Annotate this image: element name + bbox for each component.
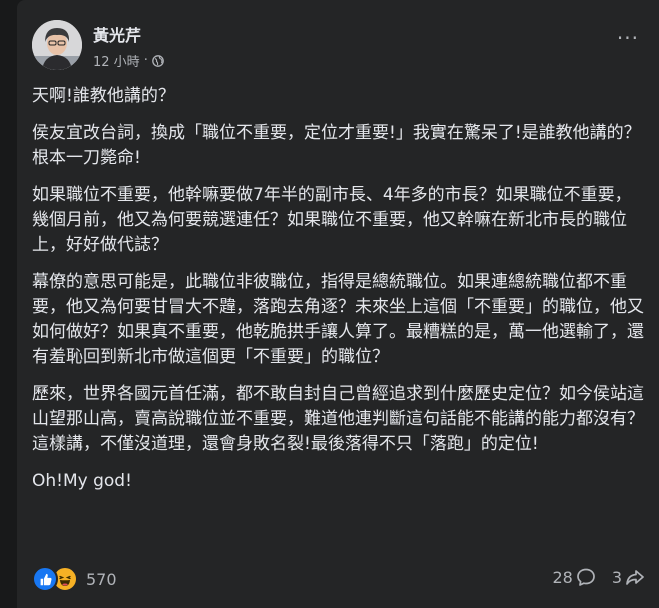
comment-icon bbox=[576, 568, 595, 586]
post-paragraph: Oh!My god! bbox=[32, 471, 132, 491]
post-time[interactable]: 12 小時 bbox=[93, 51, 140, 70]
post-paragraph: 歷來，世界各國元首任滿，都不敢自封自己曾經追求到什麼歷史定位？如今侯站這山望那山… bbox=[32, 384, 644, 454]
comments-count: 28 bbox=[552, 567, 573, 587]
author-photo bbox=[32, 20, 82, 70]
post-card: 黃光芹 12 小時 · ··· 天啊!誰教他講的？ 侯友宜改台詞，換成「職位不重… bbox=[17, 0, 659, 608]
post-paragraph: 幕僚的意思可能是，此職位非彼職位，指得是總統職位。如果連總統職位都不重要，他又為… bbox=[32, 272, 644, 367]
shares-count-button[interactable]: 3 bbox=[612, 567, 645, 587]
avatar[interactable] bbox=[32, 20, 82, 70]
post-paragraph: 如果職位不重要，他幹嘛要做7年半的副市長、4年多的市長？如果職位不重要，幾個月前… bbox=[32, 185, 632, 255]
shares-count: 3 bbox=[611, 567, 622, 587]
post-meta: 12 小時 · bbox=[93, 51, 164, 70]
meta-separator: · bbox=[143, 53, 148, 68]
reaction-count: 570 bbox=[86, 569, 117, 589]
like-reaction-icon bbox=[32, 566, 58, 592]
author-name[interactable]: 黃光芹 bbox=[93, 22, 141, 46]
post-paragraph: 天啊!誰教他講的？ bbox=[32, 86, 175, 106]
post-paragraph: 侯友宜改台詞，換成「職位不重要，定位才重要!」我實在驚呆了!是誰教他講的？根本一… bbox=[32, 123, 641, 168]
globe-icon[interactable] bbox=[151, 54, 164, 67]
share-icon bbox=[626, 570, 644, 585]
comments-count-button[interactable]: 28 bbox=[552, 567, 595, 587]
more-options-button[interactable]: ··· bbox=[617, 28, 639, 48]
reactions-summary[interactable]: 570 bbox=[32, 566, 117, 592]
post-body: 天啊!誰教他講的？ 侯友宜改台詞，換成「職位不重要，定位才重要!」我實在驚呆了!… bbox=[32, 84, 647, 506]
engagement-stats: 28 3 bbox=[552, 567, 645, 587]
